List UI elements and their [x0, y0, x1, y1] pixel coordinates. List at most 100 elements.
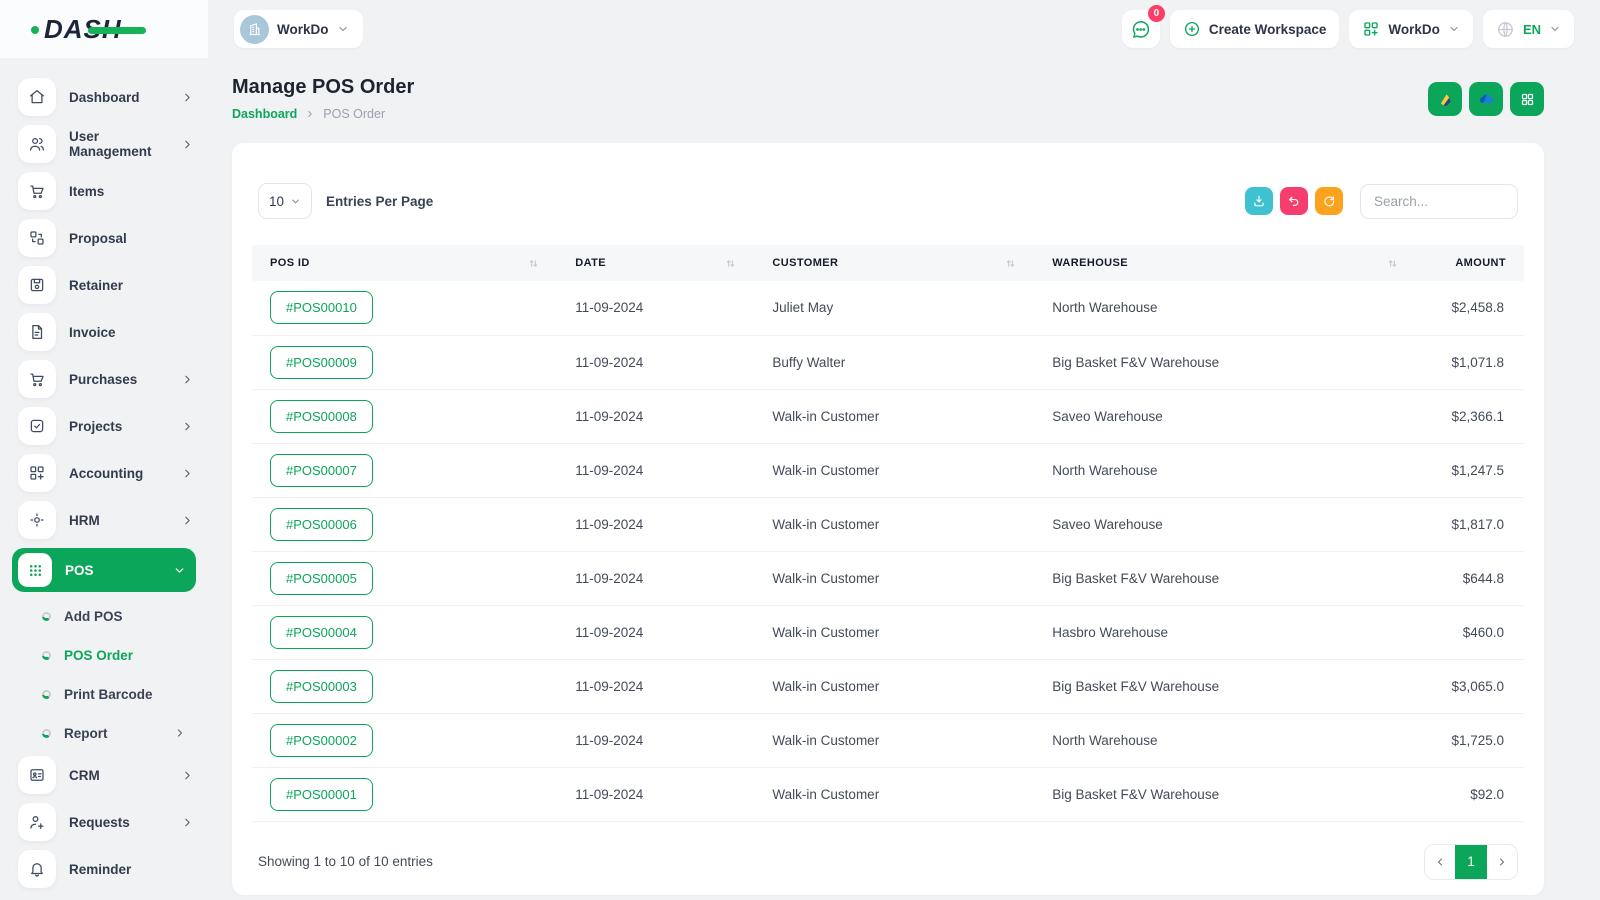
- table-row: #POS00001 11-09-2024 Walk-in Customer Bi…: [252, 767, 1524, 822]
- app-logo[interactable]: DASH: [31, 14, 146, 45]
- breadcrumb-dashboard-link[interactable]: Dashboard: [232, 107, 297, 121]
- chevron-down-icon: [337, 23, 349, 35]
- sidebar-item-pos[interactable]: POS: [12, 548, 196, 592]
- pos-id-badge[interactable]: #POS00010: [270, 291, 373, 325]
- table-controls: 10 Entries Per Page: [252, 183, 1524, 219]
- google-drive-icon: [1440, 93, 1451, 106]
- sidebar-item-hrm[interactable]: HRM: [18, 501, 194, 539]
- pos-id-badge[interactable]: #POS00008: [270, 399, 373, 433]
- table-row: #POS00007 11-09-2024 Walk-in Customer No…: [252, 443, 1524, 498]
- entries-value: 10: [268, 193, 285, 209]
- apps-grid-icon: [1521, 93, 1533, 105]
- search-input[interactable]: [1360, 183, 1518, 219]
- order-warehouse: Big Basket F&V Warehouse: [1034, 551, 1416, 606]
- sidebar-item-user-management[interactable]: User Management: [18, 125, 194, 163]
- sidebar-item-accounting[interactable]: Accounting: [18, 454, 194, 492]
- next-page-button[interactable]: [1487, 844, 1517, 879]
- orders-card: 10 Entries Per Page Search... POS ID DAT…: [232, 143, 1544, 895]
- column-header-amount[interactable]: AMOUNT: [1415, 245, 1524, 281]
- check-square-icon: [18, 407, 56, 445]
- pos-id-badge[interactable]: #POS00005: [270, 561, 373, 595]
- undo-icon: [1289, 196, 1299, 206]
- company-menu[interactable]: WorkDo: [1349, 10, 1473, 48]
- previous-page-button[interactable]: [1425, 844, 1455, 879]
- order-amount: $2,366.1: [1415, 389, 1524, 444]
- sidebar-item-projects[interactable]: Projects: [18, 407, 194, 445]
- table-row: #POS00009 11-09-2024 Buffy Walter Big Ba…: [252, 335, 1524, 390]
- logo-area: DASH: [0, 0, 208, 58]
- table-header-row: POS ID DATE CUSTOMER WAREHOUSE AMOUNT: [252, 245, 1524, 281]
- company-menu-label: WorkDo: [1388, 21, 1440, 37]
- column-header-pos-id[interactable]: POS ID: [252, 245, 558, 281]
- chevron-right-icon: [181, 816, 194, 829]
- column-header-warehouse[interactable]: WAREHOUSE: [1034, 245, 1416, 281]
- pos-id-badge[interactable]: #POS00006: [270, 507, 373, 541]
- export-button[interactable]: [1245, 187, 1273, 215]
- sidebar-item-purchases[interactable]: Purchases: [18, 360, 194, 398]
- table-row: #POS00006 11-09-2024 Walk-in Customer Sa…: [252, 497, 1524, 552]
- sidebar-subitem-pos-order[interactable]: POS Order: [42, 639, 186, 671]
- sidebar-item-crm[interactable]: CRM: [18, 756, 194, 794]
- undo-button[interactable]: [1280, 187, 1308, 215]
- onedrive-button[interactable]: [1469, 82, 1503, 116]
- refresh-button[interactable]: [1315, 187, 1343, 215]
- order-amount: $1,071.8: [1415, 335, 1524, 390]
- pos-id-badge[interactable]: #POS00007: [270, 453, 373, 487]
- pos-id-badge[interactable]: #POS00003: [270, 669, 373, 703]
- sidebar-subitem-report[interactable]: Report: [42, 717, 186, 749]
- entries-per-page-select[interactable]: 10: [258, 183, 312, 219]
- create-workspace-button[interactable]: Create Workspace: [1169, 10, 1340, 48]
- sidebar-subitem-print-barcode[interactable]: Print Barcode: [42, 678, 186, 710]
- topbar-right: 0 Create Workspace WorkDo EN: [1121, 5, 1600, 48]
- language-selector[interactable]: EN: [1482, 10, 1574, 48]
- topbar: DASH WorkDo 0 Create Workspace WorkDo EN: [0, 0, 1600, 58]
- table-row: #POS00010 11-09-2024 Juliet May North Wa…: [252, 281, 1524, 336]
- workspace-switcher[interactable]: WorkDo: [234, 10, 363, 48]
- swap-boxes-icon: [18, 219, 56, 257]
- order-warehouse: Big Basket F&V Warehouse: [1034, 659, 1416, 714]
- grid-plus-icon: [1362, 20, 1380, 38]
- sidebar-item-reminder[interactable]: Reminder: [18, 850, 194, 888]
- bullet-ring-icon: [42, 650, 51, 660]
- column-header-customer[interactable]: CUSTOMER: [754, 245, 1035, 281]
- sidebar-item-invoice[interactable]: Invoice: [18, 313, 194, 351]
- pos-id-badge[interactable]: #POS00001: [270, 777, 373, 811]
- google-drive-button[interactable]: [1428, 82, 1462, 116]
- grid-plus-icon: [18, 454, 56, 492]
- main-content: Manage POS Order Dashboard POS Order 10 …: [208, 58, 1600, 900]
- messages-button[interactable]: 0: [1121, 5, 1165, 48]
- order-customer: Walk-in Customer: [754, 551, 1035, 606]
- order-amount: $3,065.0: [1415, 659, 1524, 714]
- sidebar-item-proposal[interactable]: Proposal: [18, 219, 194, 257]
- order-warehouse: Saveo Warehouse: [1034, 497, 1416, 552]
- page-number-button[interactable]: 1: [1455, 844, 1487, 879]
- sidebar-item-items[interactable]: Items: [18, 172, 194, 210]
- order-customer: Walk-in Customer: [754, 389, 1035, 444]
- sidebar-item-dashboard[interactable]: Dashboard: [18, 78, 194, 116]
- sort-icon: [528, 258, 539, 269]
- pos-id-badge[interactable]: #POS00004: [270, 615, 373, 649]
- order-date: 11-09-2024: [557, 281, 755, 336]
- language-code: EN: [1522, 21, 1541, 37]
- order-warehouse: Saveo Warehouse: [1034, 389, 1416, 444]
- home-icon: [18, 78, 56, 116]
- order-amount: $2,458.8: [1415, 281, 1524, 336]
- order-warehouse: Big Basket F&V Warehouse: [1034, 767, 1416, 822]
- order-date: 11-09-2024: [557, 497, 755, 552]
- order-customer: Walk-in Customer: [754, 713, 1035, 768]
- apps-grid-button[interactable]: [1510, 82, 1544, 116]
- pos-id-badge[interactable]: #POS00002: [270, 723, 373, 757]
- create-workspace-label: Create Workspace: [1208, 21, 1327, 37]
- sort-icon: [1005, 258, 1016, 269]
- order-date: 11-09-2024: [557, 713, 755, 768]
- chevron-right-icon: [305, 109, 315, 119]
- pos-id-badge[interactable]: #POS00009: [270, 345, 373, 379]
- sidebar-subitem-add-pos[interactable]: Add POS: [42, 600, 186, 632]
- order-date: 11-09-2024: [557, 443, 755, 498]
- order-warehouse: North Warehouse: [1034, 281, 1416, 336]
- sidebar-item-retainer[interactable]: Retainer: [18, 266, 194, 304]
- column-header-date[interactable]: DATE: [557, 245, 755, 281]
- cart-icon: [18, 360, 56, 398]
- order-customer: Buffy Walter: [754, 335, 1035, 390]
- sidebar-item-requests[interactable]: Requests: [18, 803, 194, 841]
